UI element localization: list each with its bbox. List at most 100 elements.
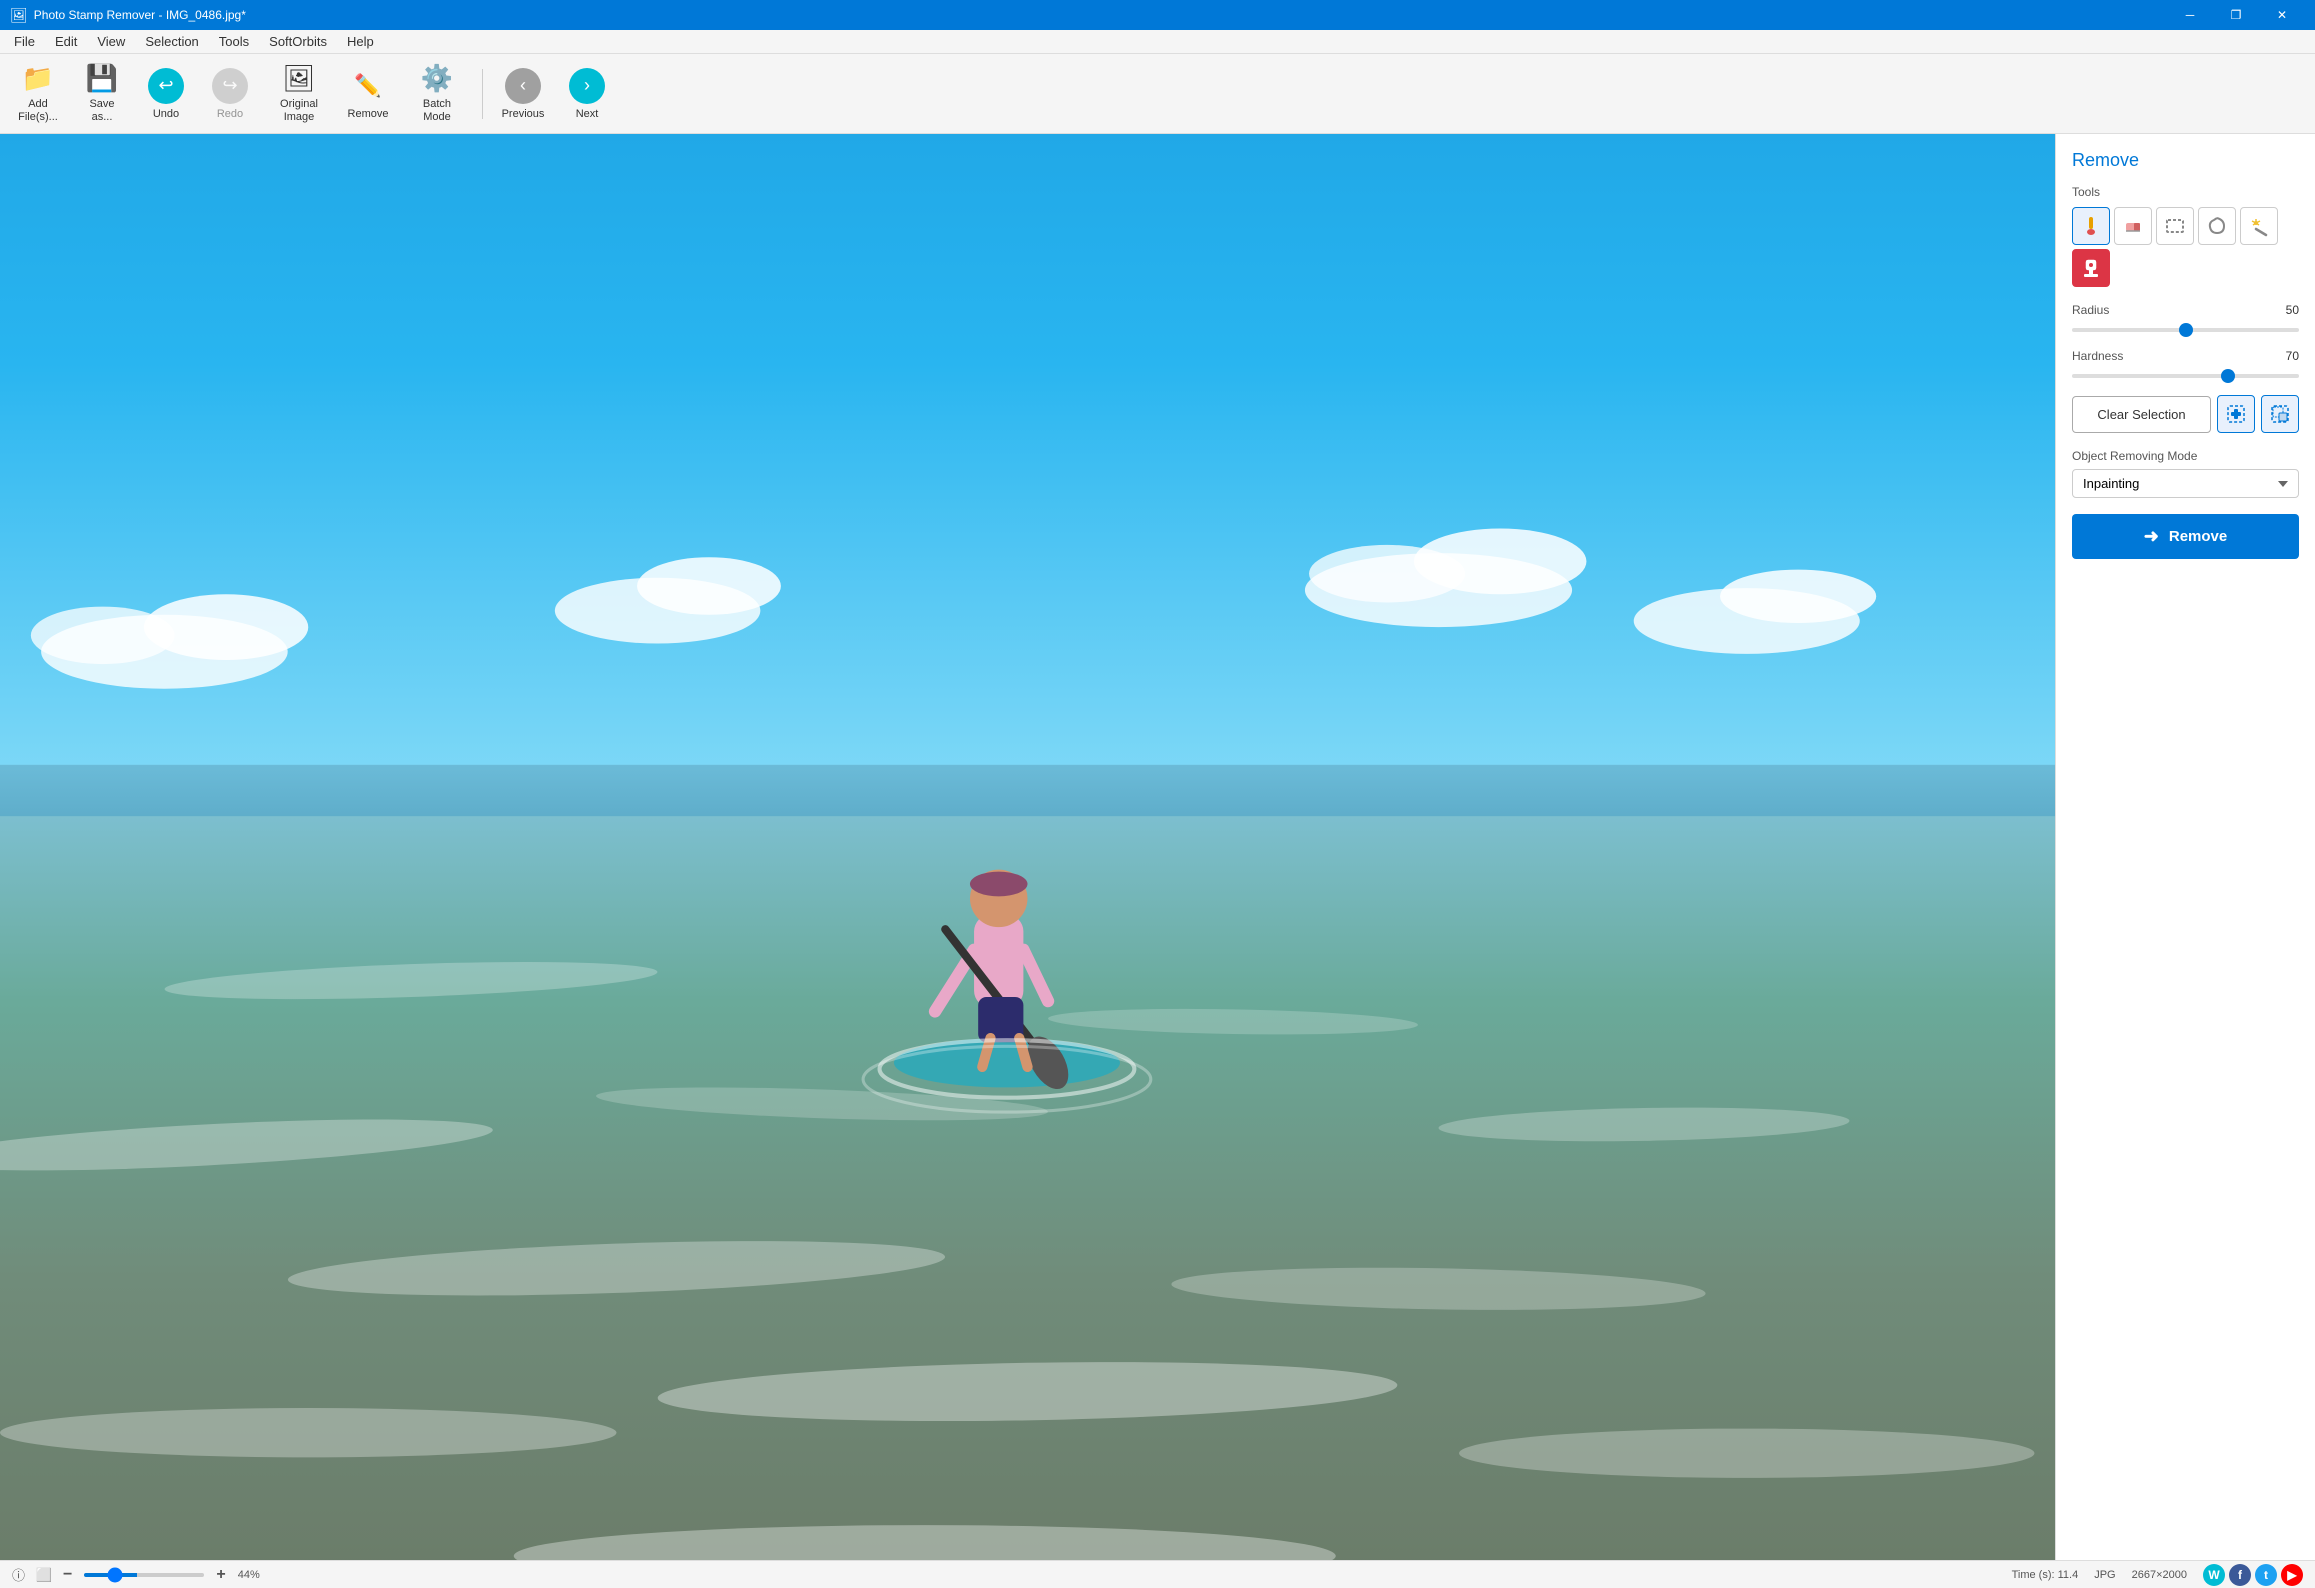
stamp-icon xyxy=(2080,257,2102,279)
remove-arrow-icon: ➜ xyxy=(2144,526,2159,547)
batch-mode-button[interactable]: ⚙️ Batch Mode xyxy=(402,59,472,129)
tool-lasso[interactable] xyxy=(2198,207,2236,245)
tool-eraser[interactable] xyxy=(2114,207,2152,245)
remove-toolbar-button[interactable]: ✏️ Remove xyxy=(338,59,398,129)
previous-button[interactable]: ‹ Previous xyxy=(493,59,553,129)
menu-selection[interactable]: Selection xyxy=(135,30,208,53)
menu-view[interactable]: View xyxy=(87,30,135,53)
dimensions-label: 2667×2000 xyxy=(2132,1569,2187,1581)
undo-label: Undo xyxy=(153,108,179,120)
tools-grid xyxy=(2072,207,2299,287)
tool-brush[interactable] xyxy=(2072,207,2110,245)
original-image-label: Original Image xyxy=(280,98,318,124)
close-button[interactable]: ✕ xyxy=(2259,0,2305,30)
previous-label: Previous xyxy=(502,108,545,120)
add-files-label: Add File(s)... xyxy=(18,98,58,124)
menubar: File Edit View Selection Tools SoftOrbit… xyxy=(0,30,2315,54)
twitter-icon[interactable]: t xyxy=(2255,1564,2277,1586)
restore-button[interactable]: ❐ xyxy=(2213,0,2259,30)
facebook-icon[interactable]: f xyxy=(2229,1564,2251,1586)
selection-subtract-button[interactable] xyxy=(2261,395,2299,433)
minimize-button[interactable]: ─ xyxy=(2167,0,2213,30)
menu-softorbits[interactable]: SoftOrbits xyxy=(259,30,337,53)
original-image-button[interactable]: 🖼 Original Image xyxy=(264,59,334,129)
menu-file[interactable]: File xyxy=(4,30,45,53)
radius-label: Radius xyxy=(2072,303,2109,317)
menu-tools[interactable]: Tools xyxy=(209,30,259,53)
radius-value: 50 xyxy=(2286,303,2299,317)
tools-label: Tools xyxy=(2072,185,2299,199)
zoom-range[interactable] xyxy=(84,1573,204,1577)
next-button[interactable]: › Next xyxy=(557,59,617,129)
save-as-icon: 💾 xyxy=(86,63,118,94)
window-controls: ─ ❐ ✕ xyxy=(2167,0,2305,30)
original-image-icon: 🖼 xyxy=(282,63,315,94)
hardness-label: Hardness xyxy=(2072,349,2123,363)
clear-selection-button[interactable]: Clear Selection xyxy=(2072,396,2211,433)
zoom-level: 44% xyxy=(238,1569,260,1581)
menu-help[interactable]: Help xyxy=(337,30,384,53)
window-title: Photo Stamp Remover - IMG_0486.jpg* xyxy=(34,8,2167,22)
selection-subtract-icon xyxy=(2270,404,2290,424)
youtube-icon[interactable]: ▶ xyxy=(2281,1564,2303,1586)
zoom-out-button[interactable]: − xyxy=(63,1566,72,1584)
radius-slider[interactable] xyxy=(2072,328,2299,332)
format-label: JPG xyxy=(2094,1569,2115,1581)
main-layout: Remove Tools xyxy=(0,134,2315,1560)
next-icon: › xyxy=(569,68,605,104)
zoom-slider[interactable] xyxy=(84,1567,204,1583)
right-panel: Remove Tools xyxy=(2055,134,2315,1560)
hardness-slider-row: Hardness 70 xyxy=(2072,349,2299,381)
info-icon: ⓘ xyxy=(12,1565,25,1584)
undo-button[interactable]: ↩ Undo xyxy=(136,59,196,129)
object-removing-mode-label: Object Removing Mode xyxy=(2072,449,2299,463)
add-files-icon: 📁 xyxy=(22,63,54,94)
tool-magic-wand[interactable] xyxy=(2240,207,2278,245)
statusbar: ⓘ ⬜ − + 44% Time (s): 11.4 JPG 2667×2000… xyxy=(0,1560,2315,1588)
hardness-value: 70 xyxy=(2286,349,2299,363)
lasso-icon xyxy=(2206,215,2228,237)
eraser-icon xyxy=(2122,215,2144,237)
radius-slider-row: Radius 50 xyxy=(2072,303,2299,335)
remove-button[interactable]: ➜ Remove xyxy=(2072,514,2299,559)
redo-button[interactable]: ↪ Redo xyxy=(200,59,260,129)
tool-stamp[interactable] xyxy=(2072,249,2110,287)
undo-icon: ↩ xyxy=(148,68,184,104)
titlebar: 🖼 Photo Stamp Remover - IMG_0486.jpg* ─ … xyxy=(0,0,2315,30)
website-icon[interactable]: W xyxy=(2203,1564,2225,1586)
statusbar-left: ⓘ ⬜ − + 44% xyxy=(12,1565,1996,1584)
mode-dropdown[interactable]: Inpainting Content-Aware Fill Clone Stam… xyxy=(2072,469,2299,498)
canvas-image xyxy=(0,134,2055,1560)
toolbar-separator xyxy=(482,69,483,119)
batch-mode-label: Batch Mode xyxy=(423,98,451,124)
save-as-button[interactable]: 💾 Save as... xyxy=(72,59,132,129)
brush-icon xyxy=(2080,215,2102,237)
radius-header: Radius 50 xyxy=(2072,303,2299,317)
batch-mode-icon: ⚙️ xyxy=(421,63,453,94)
next-label: Next xyxy=(576,108,599,120)
hardness-header: Hardness 70 xyxy=(2072,349,2299,363)
hardness-slider[interactable] xyxy=(2072,374,2299,378)
canvas-area[interactable] xyxy=(0,134,2055,1560)
add-files-button[interactable]: 📁 Add File(s)... xyxy=(8,59,68,129)
social-icons: W f t ▶ xyxy=(2203,1564,2303,1586)
app-icon: 🖼 xyxy=(10,7,28,24)
panel-title: Remove xyxy=(2072,150,2299,171)
selection-add-icon xyxy=(2226,404,2246,424)
rectangle-icon xyxy=(2164,215,2186,237)
zoom-in-button[interactable]: + xyxy=(216,1566,225,1584)
menu-edit[interactable]: Edit xyxy=(45,30,87,53)
remove-toolbar-label: Remove xyxy=(348,108,389,120)
tool-rectangle[interactable] xyxy=(2156,207,2194,245)
remove-icon: ✏️ xyxy=(350,68,386,104)
statusbar-rect-icon: ⬜ xyxy=(37,1568,51,1582)
previous-icon: ‹ xyxy=(505,68,541,104)
selection-add-button[interactable] xyxy=(2217,395,2255,433)
magic-wand-icon xyxy=(2248,215,2270,237)
redo-label: Redo xyxy=(217,108,243,120)
toolbar: 📁 Add File(s)... 💾 Save as... ↩ Undo ↪ R… xyxy=(0,54,2315,134)
time-label: Time (s): 11.4 xyxy=(2012,1569,2079,1581)
save-as-label: Save as... xyxy=(89,98,114,124)
clear-selection-row: Clear Selection xyxy=(2072,395,2299,433)
redo-icon: ↪ xyxy=(212,68,248,104)
